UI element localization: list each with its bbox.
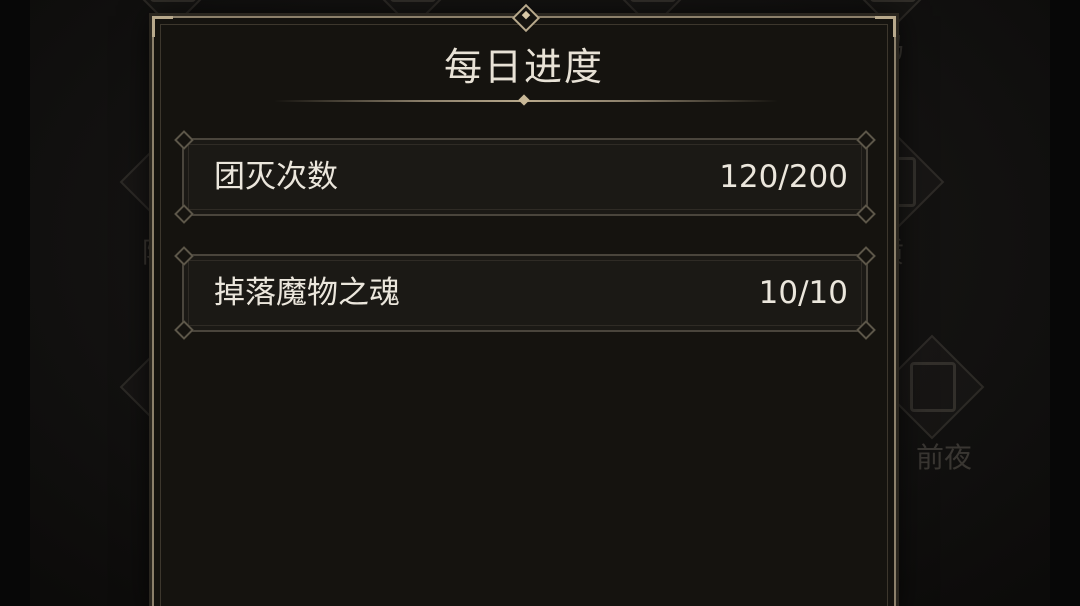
progress-row-wipes: 团灭次数 120/200	[174, 130, 876, 224]
divider-gem-icon	[518, 94, 530, 106]
progress-label: 团灭次数	[214, 159, 338, 195]
dialog-corner-ornament	[875, 16, 896, 37]
row-notch	[856, 130, 876, 150]
dialog-corner-ornament	[152, 16, 173, 37]
game-screen: 公 码 隐私	[0, 0, 1080, 606]
row-notch	[174, 204, 194, 224]
row-notch	[856, 320, 876, 340]
progress-value: 120/200	[719, 159, 848, 195]
row-notch	[174, 130, 194, 150]
document-icon	[910, 362, 956, 412]
chest-icon	[630, 0, 676, 2]
progress-label: 掉落魔物之魂	[214, 275, 400, 311]
scroll-icon	[150, 0, 196, 2]
daily-progress-dialog: 每日进度 团灭次数 120/200 掉落魔物之魂 10/10	[152, 3, 896, 606]
dialog-title: 每日进度	[443, 45, 604, 89]
progress-row-monster-souls: 掉落魔物之魂 10/10	[174, 246, 876, 340]
crest-icon	[390, 0, 436, 2]
row-notch	[174, 246, 194, 266]
ticket-icon	[870, 0, 916, 2]
row-notch	[174, 320, 194, 340]
row-notch	[856, 246, 876, 266]
progress-value: 10/10	[758, 275, 848, 311]
row-notch	[856, 204, 876, 224]
